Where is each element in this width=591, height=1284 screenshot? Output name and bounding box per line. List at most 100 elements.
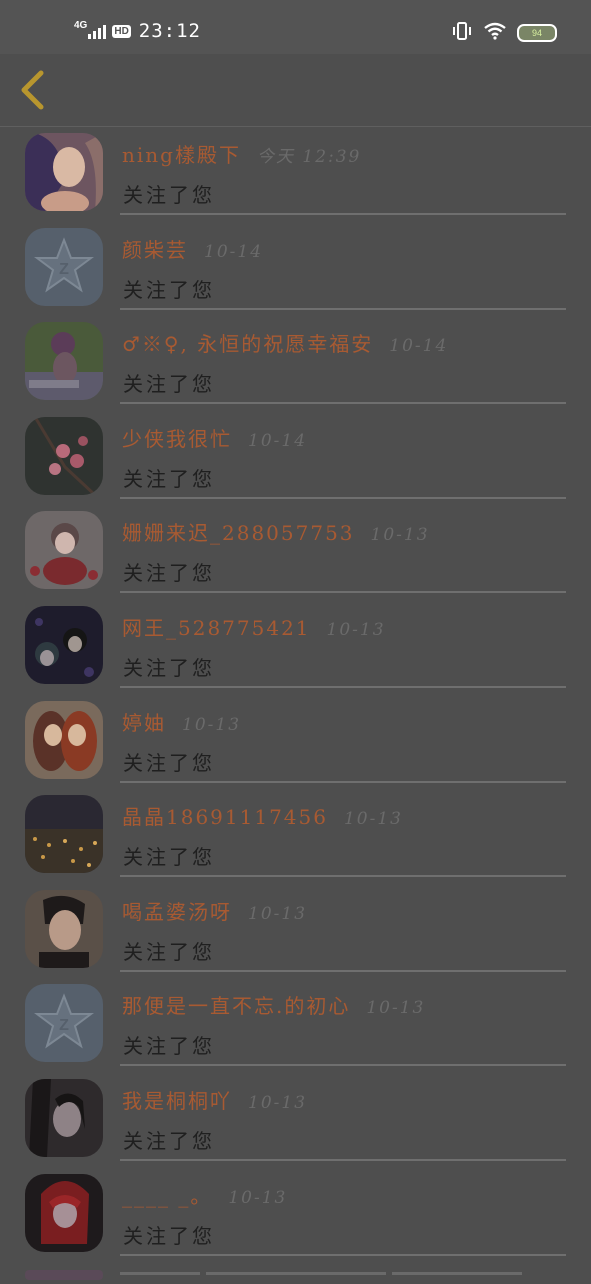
back-arrow-icon bbox=[21, 70, 44, 110]
list-item[interactable]: 喝孟婆汤呀 10-13 关注了您 bbox=[0, 884, 591, 979]
status-bar: 4G HD 23:12 94 bbox=[0, 0, 591, 54]
message-text: 关注了您 bbox=[123, 845, 215, 870]
user-name[interactable]: 喝孟婆汤呀 bbox=[122, 900, 232, 924]
avatar[interactable] bbox=[25, 1173, 103, 1252]
network-type: 4G bbox=[74, 19, 88, 31]
message-text: 关注了您 bbox=[123, 750, 215, 775]
name-line: ____ _。 10-13 bbox=[122, 1180, 287, 1209]
name-line: 晶晶18691117456 10-13 bbox=[122, 801, 403, 830]
message-text: 关注了您 bbox=[123, 372, 215, 397]
list-item[interactable]: 婷妯 10-13 关注了您 bbox=[0, 695, 591, 790]
avatar[interactable]: Z bbox=[25, 227, 103, 306]
timestamp: 10-14 bbox=[248, 430, 308, 451]
item-info: 那便是一直不忘.的初心 10-13 关注了您 bbox=[120, 978, 566, 1067]
timestamp: 10-13 bbox=[370, 525, 430, 546]
status-right: 94 bbox=[451, 21, 557, 45]
timestamp: 10-14 bbox=[204, 241, 264, 262]
timestamp: 今天 12:39 bbox=[256, 147, 362, 167]
message-text: 关注了您 bbox=[123, 183, 215, 207]
item-info: 喝孟婆汤呀 10-13 关注了您 bbox=[120, 884, 566, 972]
timestamp: 10-14 bbox=[389, 336, 449, 357]
vibrate-icon bbox=[451, 22, 473, 44]
name-line: 那便是一直不忘.的初心 10-13 bbox=[122, 990, 425, 1019]
signal-icon bbox=[88, 23, 107, 39]
item-info: 网王_528775421 10-13 关注了您 bbox=[120, 600, 566, 688]
avatar[interactable] bbox=[25, 511, 103, 590]
hd-icon: HD bbox=[112, 24, 131, 38]
timestamp: 10-13 bbox=[366, 998, 426, 1019]
list-item[interactable]: 网王_528775421 10-13 关注了您 bbox=[0, 600, 591, 695]
status-left: 4G HD 23:12 bbox=[74, 18, 201, 44]
timestamp: 10-13 bbox=[182, 714, 242, 735]
timestamp: 10-13 bbox=[228, 1187, 288, 1208]
timestamp: 10-13 bbox=[326, 619, 386, 640]
name-line: 我是桐桐吖 10-13 bbox=[122, 1085, 307, 1114]
item-info: ♂※♀, 永恒的祝愿幸福安 10-14 关注了您 bbox=[120, 316, 566, 405]
list-item[interactable]: ____ _。 10-13 关注了您 bbox=[0, 1168, 591, 1263]
avatar[interactable]: Z bbox=[25, 984, 103, 1063]
user-name[interactable]: 少侠我很忙 bbox=[122, 427, 232, 451]
avatar[interactable] bbox=[25, 133, 103, 211]
message-text: 关注了您 bbox=[123, 277, 215, 302]
name-line: ning樣殿下 今天 12:39 bbox=[122, 139, 361, 168]
user-name[interactable]: 婷妯 bbox=[122, 711, 166, 735]
message-text: 关注了您 bbox=[123, 1223, 215, 1248]
avatar[interactable] bbox=[25, 416, 103, 495]
item-info: 晶晶18691117456 10-13 关注了您 bbox=[120, 789, 566, 878]
name-line: 少侠我很忙 10-14 bbox=[122, 423, 307, 452]
message-text: 关注了您 bbox=[123, 1034, 215, 1059]
clock: 23:12 bbox=[138, 20, 201, 42]
timestamp: 10-13 bbox=[248, 1092, 308, 1113]
list-item[interactable]: Z 颜柴芸 10-14 关注了您 bbox=[0, 222, 591, 317]
name-line: 婷妯 10-13 bbox=[122, 707, 241, 736]
item-info: 颜柴芸 10-14 关注了您 bbox=[120, 222, 566, 310]
wifi-icon bbox=[483, 22, 507, 44]
avatar[interactable] bbox=[25, 605, 103, 684]
item-info: 姗姗来迟_288057753 10-13 关注了您 bbox=[120, 505, 566, 594]
list-item-partial[interactable] bbox=[0, 1262, 591, 1280]
name-line: 姗姗来迟_288057753 10-13 bbox=[122, 517, 430, 546]
message-text: 关注了您 bbox=[123, 1128, 215, 1153]
item-info: 少侠我很忙 10-14 关注了您 bbox=[120, 411, 566, 499]
user-name[interactable]: ning樣殿下 bbox=[122, 143, 241, 167]
list-item[interactable]: ♂※♀, 永恒的祝愿幸福安 10-14 关注了您 bbox=[0, 316, 591, 411]
name-line: 喝孟婆汤呀 10-13 bbox=[122, 896, 307, 925]
user-name[interactable]: 晶晶18691117456 bbox=[122, 805, 328, 829]
message-text: 关注了您 bbox=[123, 561, 215, 586]
svg-text:Z: Z bbox=[59, 261, 69, 278]
avatar[interactable] bbox=[25, 889, 103, 968]
avatar[interactable] bbox=[25, 700, 103, 779]
avatar[interactable] bbox=[25, 1078, 103, 1157]
list-item[interactable]: 少侠我很忙 10-14 关注了您 bbox=[0, 411, 591, 506]
name-line: 网王_528775421 10-13 bbox=[122, 612, 386, 641]
avatar[interactable] bbox=[25, 322, 103, 401]
svg-text:Z: Z bbox=[59, 1017, 69, 1034]
timestamp: 10-13 bbox=[343, 809, 403, 830]
user-name[interactable]: ____ _。 bbox=[122, 1184, 212, 1208]
user-name[interactable]: 颜柴芸 bbox=[122, 238, 188, 262]
back-button[interactable] bbox=[10, 66, 54, 114]
message-text: 关注了您 bbox=[123, 655, 215, 680]
list-item[interactable]: 晶晶18691117456 10-13 关注了您 bbox=[0, 789, 591, 884]
item-info: ____ _。 10-13 关注了您 bbox=[120, 1168, 566, 1256]
name-line: 颜柴芸 10-14 bbox=[122, 234, 263, 263]
user-name[interactable]: ♂※♀, 永恒的祝愿幸福安 bbox=[122, 332, 373, 356]
item-info: ning樣殿下 今天 12:39 关注了您 bbox=[120, 127, 566, 215]
battery-icon: 94 bbox=[517, 24, 557, 42]
follower-list: ning樣殿下 今天 12:39 关注了您 Z 颜柴芸 10-14 关注了您 ♂… bbox=[0, 127, 591, 1262]
list-item[interactable]: 我是桐桐吖 10-13 关注了您 bbox=[0, 1073, 591, 1168]
list-item[interactable]: 姗姗来迟_288057753 10-13 关注了您 bbox=[0, 505, 591, 600]
avatar[interactable] bbox=[25, 795, 103, 874]
user-name[interactable]: 网王_528775421 bbox=[122, 616, 311, 640]
list-item[interactable]: ning樣殿下 今天 12:39 关注了您 bbox=[0, 127, 591, 222]
list-item[interactable]: Z 那便是一直不忘.的初心 10-13 关注了您 bbox=[0, 978, 591, 1073]
message-text: 关注了您 bbox=[123, 466, 215, 491]
top-bar bbox=[0, 54, 591, 127]
user-name[interactable]: 那便是一直不忘.的初心 bbox=[122, 994, 350, 1018]
user-name[interactable]: 我是桐桐吖 bbox=[122, 1089, 232, 1113]
timestamp: 10-13 bbox=[248, 903, 308, 924]
message-text: 关注了您 bbox=[123, 939, 215, 964]
item-info: 我是桐桐吖 10-13 关注了您 bbox=[120, 1073, 566, 1161]
user-name[interactable]: 姗姗来迟_288057753 bbox=[122, 521, 355, 545]
name-line: ♂※♀, 永恒的祝愿幸福安 10-14 bbox=[122, 328, 448, 357]
